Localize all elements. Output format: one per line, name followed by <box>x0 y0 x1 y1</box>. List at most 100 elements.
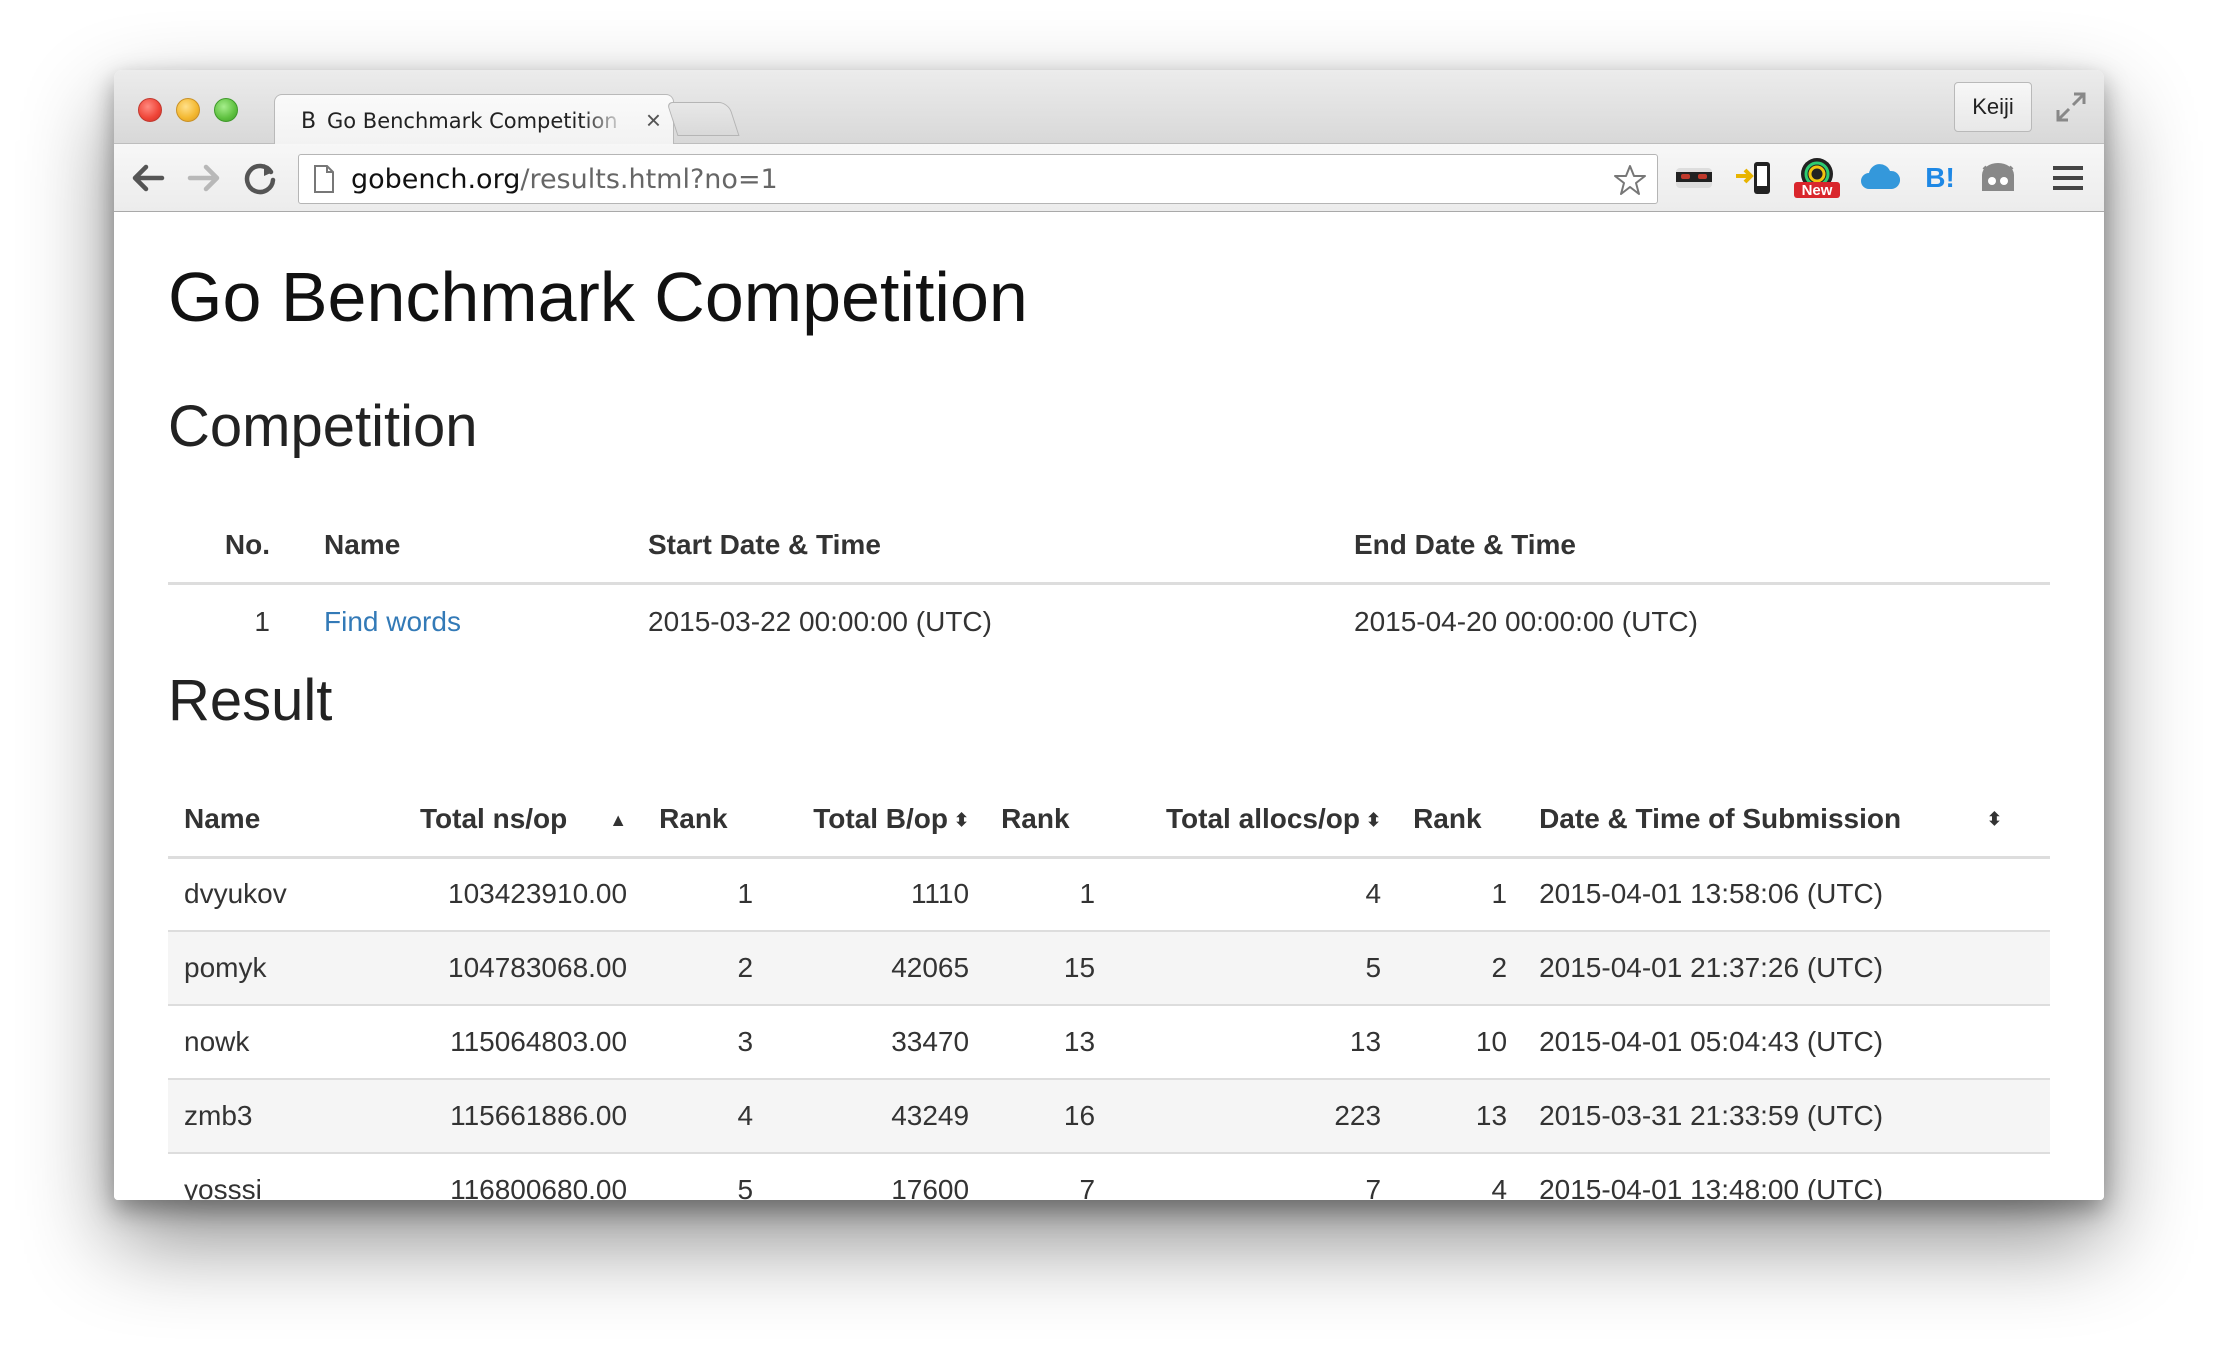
table-row: yosssi 116800680.00 5 17600 7 7 4 2015-04-01 13… <box>168 1153 2050 1200</box>
result-bop-rank: 7 <box>985 1153 1112 1200</box>
header-total-bop[interactable]: Total B/op ⬍ <box>769 783 985 857</box>
result-total-bop: 17600 <box>769 1153 986 1200</box>
result-name: pomyk <box>168 931 404 1006</box>
result-name: dvyukov <box>168 857 404 932</box>
result-heading: Result <box>168 668 333 733</box>
back-icon[interactable] <box>128 158 168 198</box>
result-total-bop: 1110 <box>769 857 986 932</box>
table-row: zmb3 115661886.00 4 43249 16 223 13 2015-03-31 … <box>168 1079 2050 1154</box>
header-end: End Date & Time <box>1354 529 1576 561</box>
result-total-ns: 116800680.00 <box>404 1153 644 1200</box>
result-total-bop: 43249 <box>769 1079 986 1154</box>
competition-end: 2015-04-20 00:00:00 (UTC) <box>1354 605 1698 637</box>
result-allocs-rank: 4 <box>1397 1153 1524 1200</box>
sort-asc-icon[interactable]: ▲ <box>609 810 627 831</box>
result-total-ns: 115661886.00 <box>404 1079 644 1154</box>
tab-title: Go Benchmark Competition <box>327 109 618 133</box>
bookmark-star-icon[interactable] <box>1613 163 1647 197</box>
hatena-bookmark-icon[interactable]: B! <box>1920 158 1960 198</box>
result-submission-date: 2015-04-01 13:58:06 (UTC) <box>1523 857 2050 932</box>
result-bop-rank: 15 <box>985 931 1112 1006</box>
page-icon <box>314 165 334 193</box>
header-total-allocs-label: Total allocs/op <box>1166 803 1360 835</box>
title-bar: B Go Benchmark Competition × Keiji <box>114 70 2104 146</box>
table-header-row: No. Name Start Date & Time End Date & Ti… <box>168 509 2050 583</box>
result-ns-rank: 5 <box>643 1153 770 1200</box>
browser-window: B Go Benchmark Competition × Keiji goben… <box>114 70 2104 1200</box>
window-zoom-button[interactable] <box>214 98 238 122</box>
header-total-allocs[interactable]: Total allocs/op ⬍ <box>1111 783 1397 857</box>
record-new-icon[interactable]: New <box>1792 158 1842 199</box>
competition-heading: Competition <box>168 394 478 459</box>
result-name: nowk <box>168 1005 404 1080</box>
header-total-ns[interactable]: Total ns/op ▲ <box>404 783 643 857</box>
tab-close-icon[interactable]: × <box>646 105 661 136</box>
sort-both-icon[interactable]: ⬍ <box>1366 810 1381 831</box>
result-total-ns: 115064803.00 <box>404 1005 644 1080</box>
result-submission-date: 2015-04-01 05:04:43 (UTC) <box>1523 1005 2050 1080</box>
browser-toolbar: gobench.org/results.html?no=1 New B! <box>114 144 2104 212</box>
table-row: pomyk 104783068.00 2 42065 15 5 2 2015-04-01 21… <box>168 931 2050 1006</box>
result-ns-rank: 4 <box>643 1079 770 1154</box>
result-ns-rank: 3 <box>643 1005 770 1080</box>
result-total-bop: 33470 <box>769 1005 986 1080</box>
result-name: yosssi <box>168 1153 404 1200</box>
url-text: gobench.org/results.html?no=1 <box>351 164 778 195</box>
result-allocs-rank: 2 <box>1397 931 1524 1006</box>
result-total-bop: 42065 <box>769 931 986 1006</box>
result-ns-rank: 1 <box>643 857 770 932</box>
header-total-ns-label: Total ns/op <box>420 803 568 835</box>
header-submission-date[interactable]: Date & Time of Submission ⬍ <box>1523 783 2050 857</box>
forward-icon[interactable] <box>184 158 224 198</box>
header-ns-rank[interactable]: Rank <box>643 783 769 857</box>
result-allocs-rank: 10 <box>1397 1005 1524 1080</box>
header-total-bop-label: Total B/op <box>813 803 948 835</box>
header-name: Name <box>324 529 401 561</box>
cloud-icon[interactable] <box>1858 158 1902 198</box>
url-path: /results.html?no=1 <box>520 164 778 195</box>
profile-button[interactable]: Keiji <box>1954 82 2032 132</box>
result-bop-rank: 16 <box>985 1079 1112 1154</box>
header-bop-rank[interactable]: Rank <box>985 783 1111 857</box>
result-total-allocs: 5 <box>1111 931 1398 1006</box>
result-name: zmb3 <box>168 1079 404 1154</box>
result-total-allocs: 7 <box>1111 1153 1398 1200</box>
result-submission-date: 2015-04-01 13:48:00 (UTC) <box>1523 1153 2050 1200</box>
table-row: dvyukov 103423910.00 1 1110 1 4 1 2015-04-01 13… <box>168 857 2050 932</box>
menu-icon[interactable] <box>2048 158 2088 198</box>
sort-both-icon[interactable]: ⬍ <box>954 810 969 831</box>
reload-icon[interactable] <box>240 158 280 198</box>
result-total-allocs: 4 <box>1111 857 1398 932</box>
result-bop-rank: 1 <box>985 857 1112 932</box>
header-submission-date-label: Date & Time of Submission <box>1539 803 1902 835</box>
active-tab[interactable]: B Go Benchmark Competition × <box>274 94 674 146</box>
competition-no: 1 <box>254 605 270 637</box>
new-tab-button[interactable] <box>666 102 740 136</box>
window-minimize-button[interactable] <box>176 98 200 122</box>
competition-start: 2015-03-22 00:00:00 (UTC) <box>648 605 992 637</box>
header-name[interactable]: Name <box>168 783 404 857</box>
result-total-allocs: 223 <box>1111 1079 1398 1154</box>
result-allocs-rank: 1 <box>1397 857 1524 932</box>
result-bop-rank: 13 <box>985 1005 1112 1080</box>
mask-icon[interactable] <box>1672 158 1716 198</box>
competition-name-link[interactable]: Find words <box>324 606 461 637</box>
sort-both-icon[interactable]: ⬍ <box>1987 809 2002 830</box>
window-close-button[interactable] <box>138 98 162 122</box>
competition-table: No. Name Start Date & Time End Date & Ti… <box>168 509 2050 659</box>
result-ns-rank: 2 <box>643 931 770 1006</box>
ext-badge: New <box>1802 182 1833 199</box>
table-header-row: Name Total ns/op ▲ Rank Total B/op ⬍ Rank … <box>168 783 2050 857</box>
page-title: Go Benchmark Competition <box>168 258 1028 336</box>
result-total-allocs: 13 <box>1111 1005 1398 1080</box>
url-host: gobench.org <box>351 164 521 195</box>
fullscreen-icon[interactable] <box>2054 90 2088 124</box>
result-submission-date: 2015-03-31 21:33:59 (UTC) <box>1523 1079 2050 1154</box>
phone-transfer-icon[interactable] <box>1732 158 1776 198</box>
result-submission-date: 2015-04-01 21:37:26 (UTC) <box>1523 931 2050 1006</box>
header-allocs-rank[interactable]: Rank <box>1397 783 1523 857</box>
table-row: 1 Find words 2015-03-22 00:00:00 (UTC) 2… <box>168 583 2050 659</box>
result-total-ns: 103423910.00 <box>404 857 644 932</box>
address-bar[interactable]: gobench.org/results.html?no=1 <box>298 154 1658 204</box>
ghost-icon[interactable] <box>1976 158 2020 198</box>
